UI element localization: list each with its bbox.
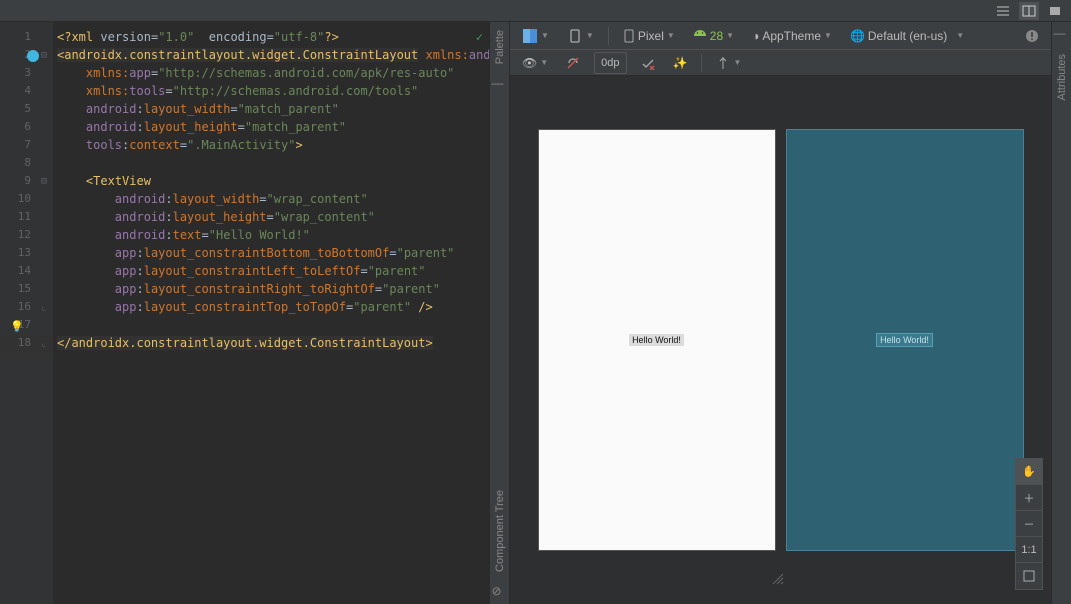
hand-icon: ✋ <box>1022 465 1036 478</box>
clear-constraints-button[interactable] <box>637 52 659 74</box>
line-number: 3 <box>24 66 31 79</box>
fold-toggle-icon[interactable]: ⊟ <box>41 176 47 187</box>
line-number: 15 <box>18 282 31 295</box>
pan-button[interactable]: ✋ <box>1016 459 1042 485</box>
view-options-button[interactable]: 👁▼ <box>518 52 552 74</box>
zoom-in-button[interactable]: ＋ <box>1016 485 1042 511</box>
theme-picker[interactable]: ◑ AppTheme ▼ <box>748 25 836 47</box>
tab-attributes[interactable]: Attributes <box>1054 46 1070 108</box>
line-number: 7 <box>24 138 31 151</box>
zoom-100-button[interactable]: 1:1 <box>1016 537 1042 563</box>
code-text-area[interactable]: ✓ <?xml version="1.0" encoding="utf-8"?>… <box>53 22 489 604</box>
line-number: 6 <box>24 120 31 133</box>
line-number: 13 <box>18 246 31 259</box>
view-list-icon[interactable] <box>993 2 1013 20</box>
fold-close-icon[interactable]: ⌞ <box>41 338 47 349</box>
device-label: Pixel <box>638 29 664 43</box>
design-preview[interactable]: Hello World! <box>539 130 775 550</box>
api-picker[interactable]: 28 ▼ <box>689 25 738 47</box>
orientation-button[interactable]: ▼ <box>563 25 598 47</box>
line-number: 10 <box>18 192 31 205</box>
line-number: 16 <box>18 300 31 313</box>
warnings-button[interactable] <box>1021 25 1043 47</box>
analysis-ok-icon[interactable]: ✓ <box>476 30 483 44</box>
wand-icon: ✨ <box>673 56 688 70</box>
locale-picker[interactable]: 🌐 Default (en-us) ▼ <box>846 25 968 47</box>
line-number: 11 <box>18 210 31 223</box>
eye-icon: 👁 <box>522 56 537 70</box>
left-tool-tabs: Palette — Component Tree ⊘ <box>490 22 510 604</box>
preview-textview[interactable]: Hello World! <box>629 334 684 346</box>
fold-toggle-icon[interactable]: ⊟ <box>41 50 47 61</box>
zoom-controls: ✋ ＋ － 1:1 <box>1015 458 1043 590</box>
tab-palette[interactable]: Palette <box>492 22 508 72</box>
blueprint-preview[interactable]: Hello World! <box>787 130 1023 550</box>
infer-constraints-button[interactable]: ✨ <box>669 52 692 74</box>
theme-label: AppTheme <box>762 29 821 43</box>
minimize-icon[interactable]: — <box>492 76 508 92</box>
line-number: 4 <box>24 84 31 97</box>
blueprint-textview[interactable]: Hello World! <box>877 334 932 346</box>
resize-handle-icon[interactable] <box>771 572 785 586</box>
default-margin-button[interactable]: 0dp <box>594 52 626 74</box>
line-gutter: 1 2⊟ 3 4 5 6 7 8 9⊟ 10 11 12 13 14 15 16… <box>0 22 53 604</box>
intention-bulb-icon[interactable]: 💡 <box>10 320 24 333</box>
line-number: 18 <box>18 336 31 349</box>
right-tool-tabs: — Attributes <box>1051 22 1071 604</box>
zoom-fit-button[interactable] <box>1016 563 1042 589</box>
view-split-icon[interactable] <box>1019 2 1039 20</box>
tab-component-tree[interactable]: Component Tree <box>492 482 508 580</box>
editor-top-bar <box>0 0 1071 22</box>
class-marker-icon[interactable] <box>27 50 39 62</box>
margin-label: 0dp <box>601 57 619 69</box>
line-number: 8 <box>24 156 31 169</box>
minimize-icon[interactable]: — <box>1054 26 1070 42</box>
code-editor-pane: 1 2⊟ 3 4 5 6 7 8 9⊟ 10 11 12 13 14 15 16… <box>0 22 490 604</box>
autoconnect-button[interactable] <box>562 52 584 74</box>
zoom-out-button[interactable]: － <box>1016 511 1042 537</box>
line-number: 9 <box>24 174 31 187</box>
globe-icon: 🌐 <box>850 29 865 43</box>
line-number: 12 <box>18 228 31 241</box>
design-surface-button[interactable]: ▼ <box>518 25 553 47</box>
line-number: 1 <box>24 30 31 43</box>
block-icon[interactable]: ⊘ <box>492 584 508 600</box>
line-number: 5 <box>24 102 31 115</box>
view-design-icon[interactable] <box>1045 2 1065 20</box>
api-label: 28 <box>710 29 723 43</box>
guidelines-button[interactable]: ▼ <box>712 52 745 74</box>
layout-canvas[interactable]: Hello World! Hello World! ✋ ＋ － 1:1 <box>510 76 1051 604</box>
device-picker[interactable]: Pixel ▼ <box>619 25 679 47</box>
line-number: 14 <box>18 264 31 277</box>
design-toolbar: ▼ ▼ Pixel ▼ 28 ▼ ◑ <box>510 22 1051 50</box>
theme-icon: ◑ <box>752 29 759 43</box>
design-toolbar-secondary: 👁▼ 0dp ✨ ▼ <box>510 50 1051 76</box>
design-pane: Palette — Component Tree ⊘ ▼ ▼ Pixel <box>490 22 1071 604</box>
fold-close-icon[interactable]: ⌞ <box>41 302 47 313</box>
locale-label: Default (en-us) <box>868 29 947 43</box>
